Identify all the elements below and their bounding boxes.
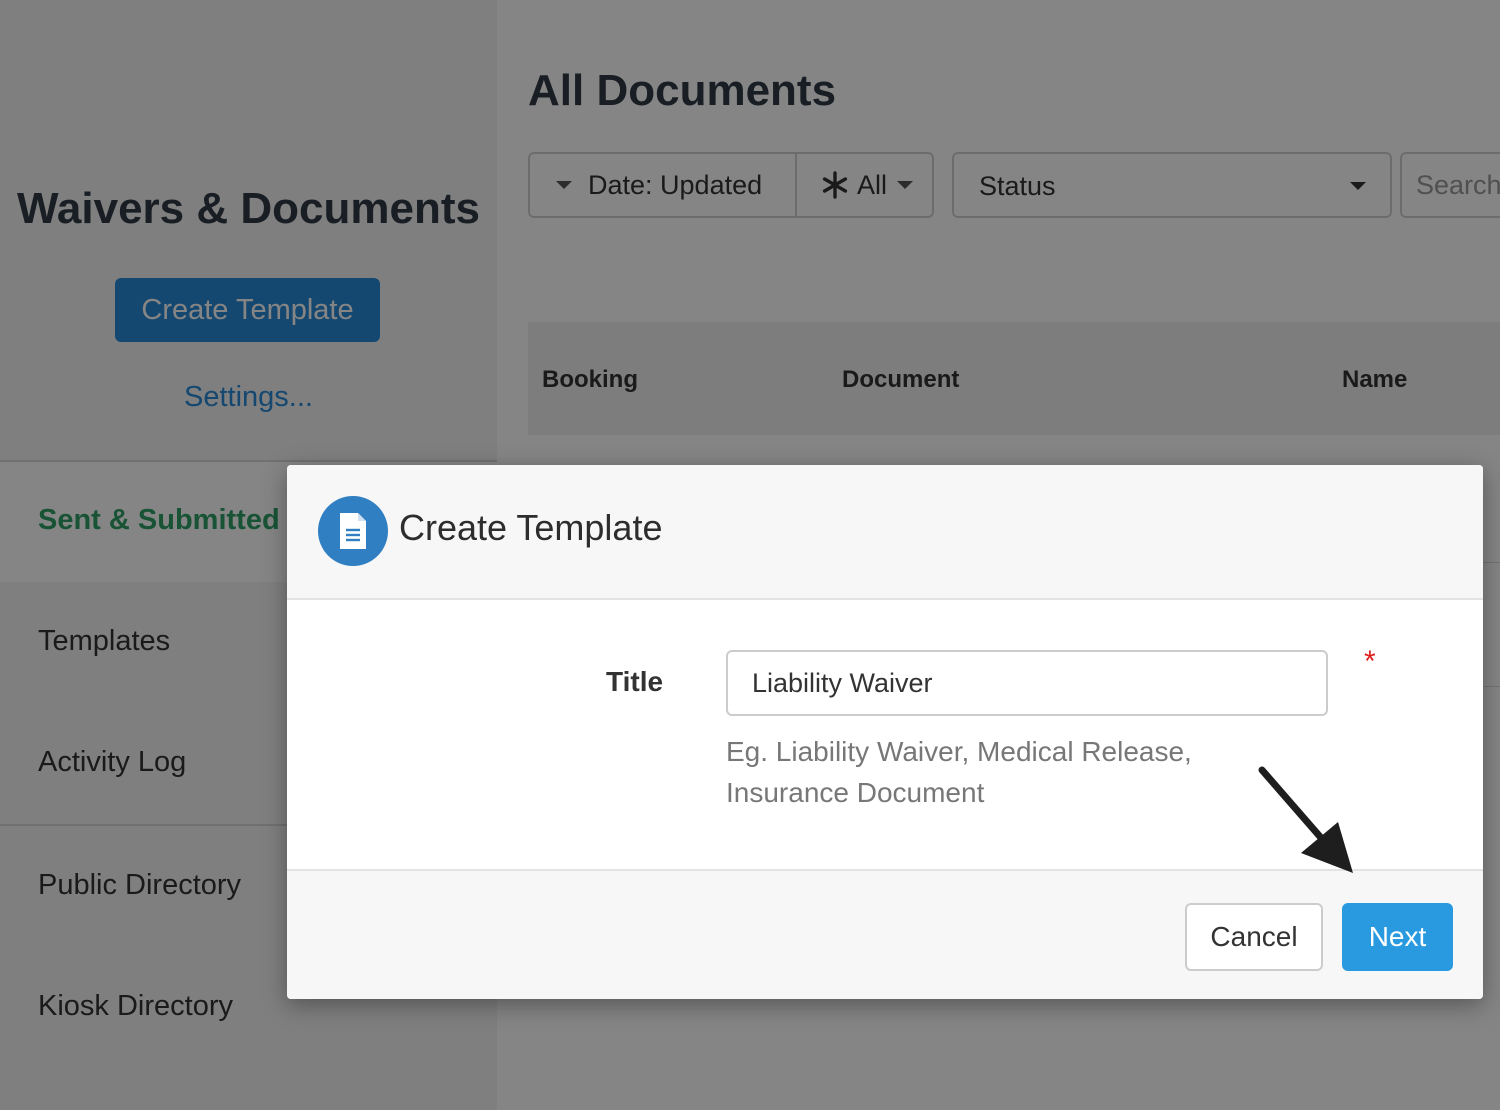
create-template-dialog: Create Template Title * Eg. Liability Wa… — [287, 465, 1483, 999]
document-icon — [318, 496, 388, 566]
title-help-text: Eg. Liability Waiver, Medical Release, I… — [726, 736, 1192, 808]
dialog-title: Create Template — [399, 507, 663, 548]
cancel-button[interactable]: Cancel — [1185, 903, 1323, 971]
title-input[interactable] — [726, 650, 1328, 716]
dialog-header: Create Template — [287, 465, 1483, 600]
next-button[interactable]: Next — [1342, 903, 1453, 971]
pointer-arrow-icon — [1258, 766, 1353, 873]
required-marker: * — [1364, 645, 1376, 678]
title-field-label: Title — [606, 666, 664, 697]
